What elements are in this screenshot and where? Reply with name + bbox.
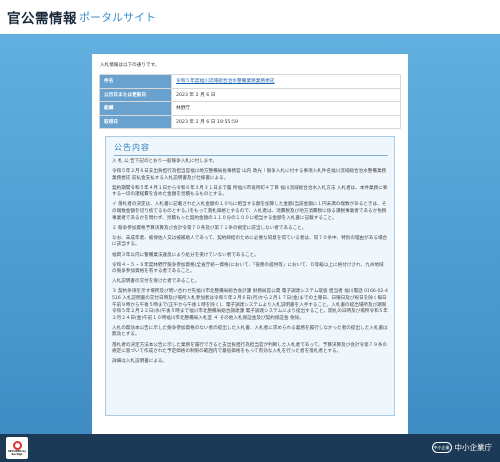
intro-text: 入札情報は以下の通りです。 (100, 63, 160, 68)
table-row: 公示日または更新日 2023 年 2 月 6 日 (99, 87, 401, 102)
info-table: 件名 令和５年度福川流域総合治水整備業務業務委託 公示日または更新日 2023 … (99, 74, 401, 129)
info-value: 林野庁 (171, 101, 401, 116)
info-value: 2023 年 2 月 6 日 (171, 87, 401, 102)
notice-paragraph: 令和５年２月６日支出負担行為担当官福川地方整備局長事務官 山内 政光 ! 競争入… (112, 169, 387, 181)
notice-paragraph: ２ 競争参加資格予算決算及び会計令第７０条及び第７１条の規定に該当しない者である… (112, 225, 307, 231)
content-card: 入札情報は以下の通りです。 件名 令和５年度福川流域総合治水整備業務業務委託 公… (92, 54, 408, 436)
notice-paragraph: 令和４・５・６年度林野庁競争参加資格(全省庁統一資格)において、「役務の提供等」… (112, 262, 384, 275)
agency-mark-icon: 中小企業 (431, 442, 452, 453)
site-subtitle[interactable]: ポータルサイト (79, 9, 156, 25)
secured-badge[interactable]: SECURED by Sectigo (6, 437, 28, 459)
notice-paragraph: 契約期間令和５年４月１日から令和６年３月３１日まで履 所福川市役所町４丁目 福川… (112, 185, 388, 198)
notice-title: 公告内容 (114, 142, 388, 156)
notice-paragraph: 落札者の決定方法本公告に示した業務を履行できると支出負担行為担当官が判断した入札… (112, 342, 388, 355)
notice-paragraph: 入札説明書の交付を受けた者であること。 (112, 279, 200, 285)
notice-paragraph: ３ 契約条項を示す場所及び問い合わせ先福川市北整備局総合会計課 財務局官公需 電… (112, 289, 388, 321)
subject-link[interactable]: 令和５年度福川流域総合治水整備業務業務委託 (171, 74, 401, 89)
notice-panel: 公告内容 入 札 公 告下記のとおり一般競争入札に付します。 令和５年２月６日支… (105, 136, 395, 416)
table-row: 件名 令和５年度福川流域総合治水整備業務業務委託 (99, 74, 401, 89)
table-row: 取得日 2023 年 2 月 6 日 19:55:59 (99, 114, 401, 129)
notice-paragraph: 福岡３年以内に警備業法違反により処分を受けていない者であること。 (112, 252, 259, 258)
seal-icon (12, 440, 22, 450)
info-label: 公示日または更新日 (99, 87, 172, 102)
site-header: 官公需情報 ポータルサイト (0, 0, 500, 34)
agency-logo[interactable]: 中小企業 中小企業庁 (431, 442, 493, 453)
agency-name: 中小企業庁 (454, 443, 493, 452)
notice-paragraph: イ 落札者の決定は、入札書に記載された入札金額の１０％に相当する額を加算した金額… (112, 202, 387, 221)
secured-label: SECURED by Sectigo (7, 449, 27, 456)
info-label: 件名 (99, 74, 172, 89)
table-row: 組織 林野庁 (99, 101, 401, 116)
info-label: 組織 (99, 101, 172, 116)
site-footer: SECURED by Sectigo 中小企業 中小企業庁 (0, 434, 500, 462)
info-label: 取得日 (99, 114, 172, 129)
notice-paragraph: 詳細は入札説明書による。 (112, 359, 167, 365)
notice-paragraph: なお、未成年者、被保佐人又は被補助人であって、契約締結のために必要な同意を得てい… (112, 235, 388, 248)
notice-paragraph: 入札の無効本公告に示した競争参加資格のない者の提出した入札書、入札者に求められる… (112, 325, 388, 338)
site-title[interactable]: 官公需情報 (7, 7, 77, 27)
notice-paragraph: 入 札 公 告下記のとおり一般競争入札に付します。 (112, 159, 217, 164)
info-value: 2023 年 2 月 6 日 19:55:59 (171, 114, 401, 129)
